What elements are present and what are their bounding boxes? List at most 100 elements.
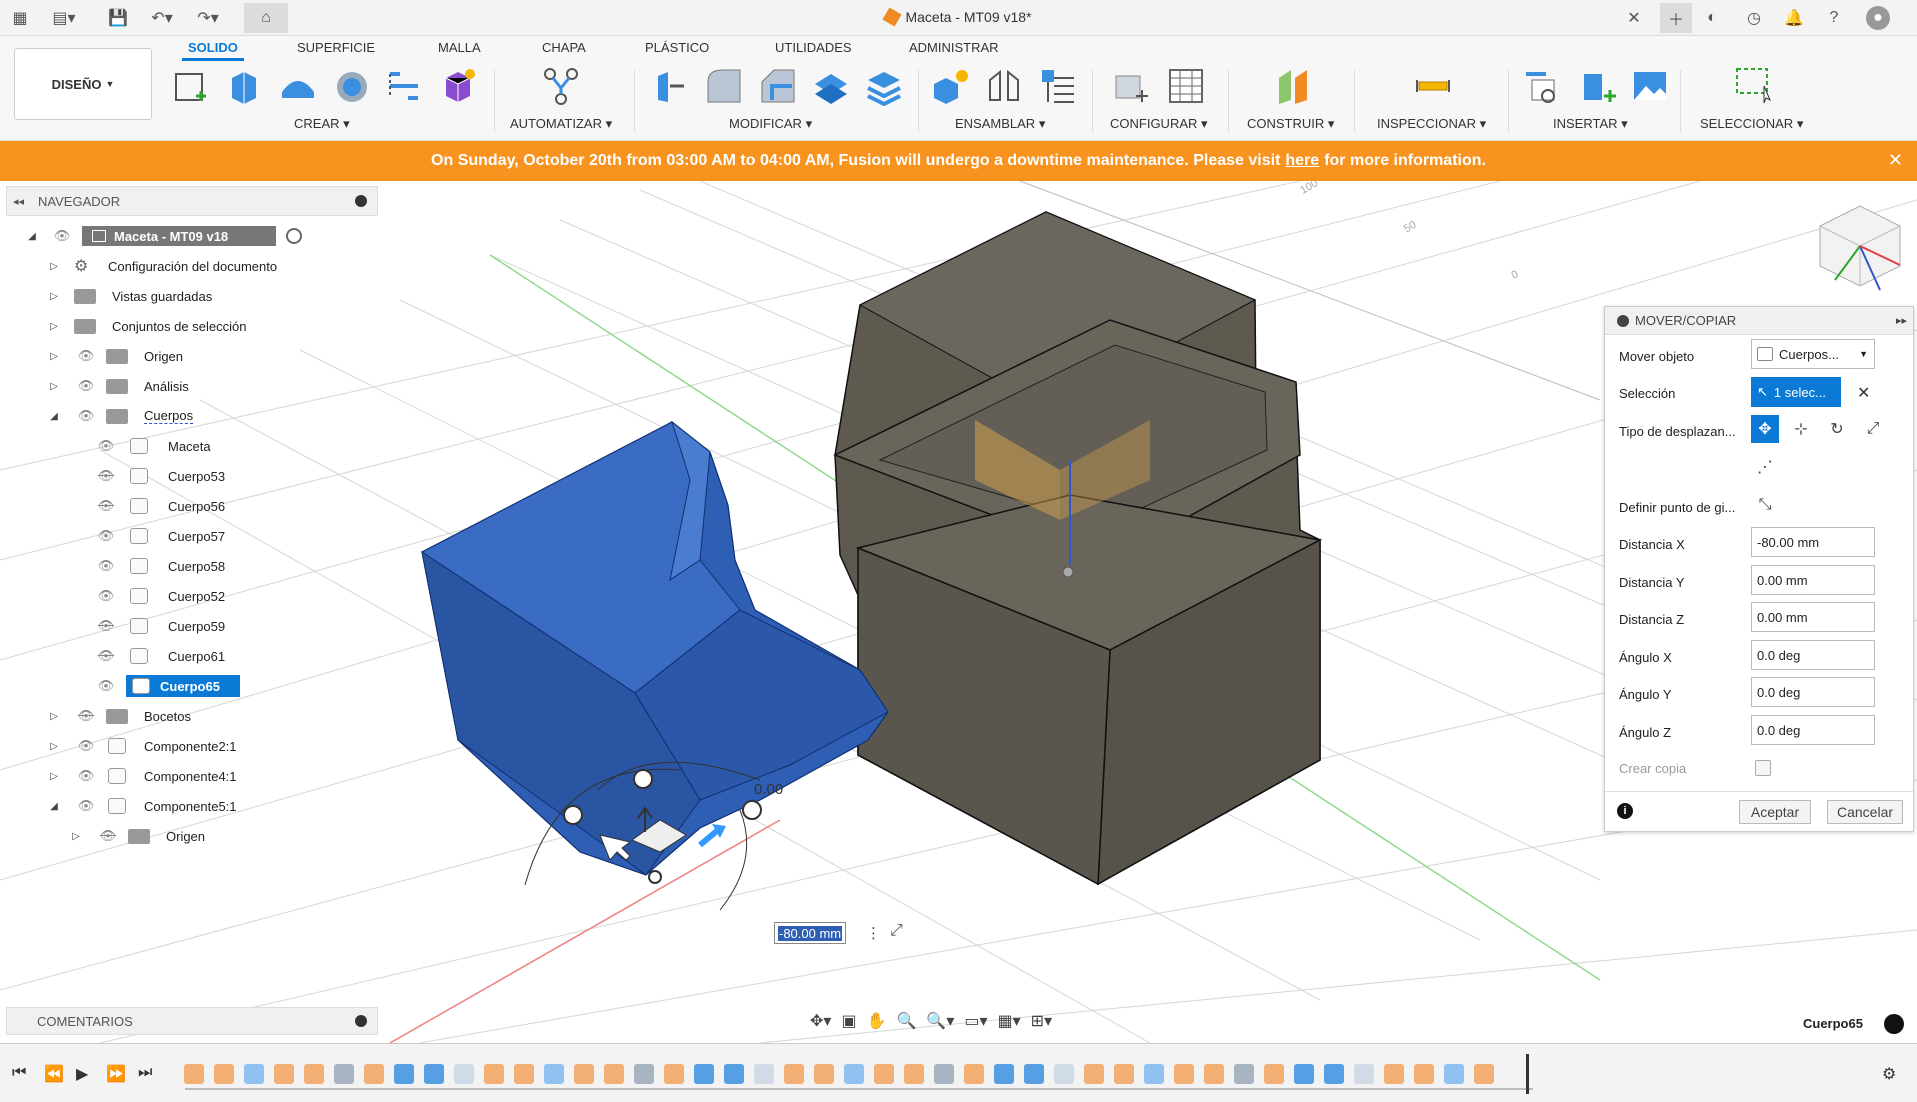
look-at-icon[interactable]: ▣ bbox=[841, 1011, 856, 1031]
banner-link[interactable]: here bbox=[1285, 152, 1319, 170]
workspace-switcher[interactable]: DISEÑO ▼ bbox=[14, 48, 152, 120]
point-to-point-icon[interactable]: ⤢ bbox=[1859, 415, 1887, 443]
timeline-feature-icon[interactable] bbox=[784, 1064, 804, 1084]
timeline-feature-icon[interactable] bbox=[1114, 1064, 1134, 1084]
timeline-feature-icon[interactable] bbox=[1204, 1064, 1224, 1084]
group-insertar[interactable]: INSERTAR ▾ bbox=[1553, 116, 1628, 132]
display-settings-icon[interactable]: ▭▾ bbox=[964, 1011, 987, 1031]
timeline-feature-icon[interactable] bbox=[244, 1064, 264, 1084]
tab-solido[interactable]: SOLIDO bbox=[182, 40, 244, 61]
expand-icon[interactable]: ▷ bbox=[48, 741, 60, 752]
notifications-bell-icon[interactable]: 🔔 bbox=[1782, 6, 1806, 30]
timeline-settings-gear-icon[interactable]: ⚙ bbox=[1882, 1064, 1896, 1084]
group-construir[interactable]: CONSTRUIR ▾ bbox=[1247, 116, 1334, 132]
expand-icon[interactable]: ▷ bbox=[48, 381, 60, 392]
form-icon[interactable] bbox=[438, 66, 478, 106]
play-icon[interactable]: ▶ bbox=[76, 1064, 88, 1084]
collapse-icon[interactable] bbox=[1617, 314, 1629, 327]
timeline-feature-icon[interactable] bbox=[274, 1064, 294, 1084]
timeline-feature-icon[interactable] bbox=[994, 1064, 1014, 1084]
visibility-eye-icon[interactable]: 👁 bbox=[96, 588, 116, 603]
timeline-feature-icon[interactable] bbox=[1444, 1064, 1464, 1084]
hidden-eye-icon[interactable]: 👁 bbox=[96, 498, 116, 513]
ok-button[interactable]: Aceptar bbox=[1739, 800, 1811, 824]
timeline-feature-icon[interactable] bbox=[814, 1064, 834, 1084]
zoom-icon[interactable]: 🔍 bbox=[896, 1011, 916, 1031]
timeline-feature-icon[interactable] bbox=[904, 1064, 924, 1084]
pin-icon[interactable] bbox=[355, 195, 367, 207]
group-seleccionar[interactable]: SELECCIONAR ▾ bbox=[1700, 116, 1803, 132]
expand-icon[interactable]: ▷ bbox=[48, 711, 60, 722]
viewports-icon[interactable]: ⊞▾ bbox=[1031, 1011, 1052, 1031]
angle-x-input[interactable]: 0.0 deg bbox=[1751, 640, 1875, 670]
user-avatar-icon[interactable]: ● bbox=[1866, 6, 1890, 30]
navigator-header[interactable]: ◂◂ NAVEGADOR bbox=[6, 186, 378, 216]
info-icon[interactable]: i bbox=[1617, 803, 1633, 819]
go-to-start-icon[interactable]: ⏮ bbox=[12, 1064, 26, 1082]
selection-filter-icon[interactable] bbox=[1884, 1014, 1904, 1034]
hidden-eye-icon[interactable]: 👁 bbox=[96, 648, 116, 663]
tab-utilidades[interactable]: UTILIDADES bbox=[769, 40, 858, 55]
fit-icon[interactable]: 🔍▾ bbox=[926, 1011, 954, 1031]
visibility-eye-icon[interactable]: 👁 bbox=[76, 768, 96, 783]
visibility-eye-icon[interactable]: 👁 bbox=[76, 348, 96, 363]
job-status-clock-icon[interactable]: ◷ bbox=[1742, 6, 1766, 30]
expand-icon[interactable]: ▷ bbox=[70, 831, 82, 842]
close-tab-icon[interactable]: ✕ bbox=[1622, 6, 1646, 30]
hidden-eye-icon[interactable]: 👁 bbox=[96, 618, 116, 633]
timeline-feature-icon[interactable] bbox=[1354, 1064, 1374, 1084]
fillet-icon[interactable] bbox=[704, 66, 744, 106]
timeline-feature-icon[interactable] bbox=[1054, 1064, 1074, 1084]
visibility-eye-icon[interactable]: 👁 bbox=[52, 228, 72, 243]
distance-input[interactable]: -80.00 mm bbox=[774, 922, 846, 944]
distance-x-input[interactable]: -80.00 mm bbox=[1751, 527, 1875, 557]
timeline-feature-icon[interactable] bbox=[1234, 1064, 1254, 1084]
timeline-feature-icon[interactable] bbox=[514, 1064, 534, 1084]
free-move-icon[interactable]: ✥ bbox=[1751, 415, 1779, 443]
timeline-feature-icon[interactable] bbox=[1414, 1064, 1434, 1084]
timeline-feature-icon[interactable] bbox=[604, 1064, 624, 1084]
new-component-icon[interactable] bbox=[930, 66, 970, 106]
sweep-icon[interactable] bbox=[332, 66, 372, 106]
create-copy-checkbox[interactable] bbox=[1755, 760, 1771, 776]
move-object-select[interactable]: Cuerpos... ▼ bbox=[1751, 339, 1875, 369]
visibility-eye-icon[interactable]: 👁 bbox=[96, 678, 116, 693]
timeline-feature-icon[interactable] bbox=[184, 1064, 204, 1084]
insert-canvas-icon[interactable] bbox=[1630, 66, 1670, 106]
go-to-end-icon[interactable]: ⏭ bbox=[138, 1064, 152, 1082]
pan-hand-icon[interactable]: ✋ bbox=[867, 1011, 887, 1031]
close-icon[interactable]: ✕ bbox=[1888, 150, 1903, 171]
visibility-eye-icon[interactable]: 👁 bbox=[76, 378, 96, 393]
group-crear[interactable]: CREAR ▾ bbox=[294, 116, 350, 132]
visibility-eye-icon[interactable]: 👁 bbox=[76, 798, 96, 813]
select-box-icon[interactable] bbox=[1734, 66, 1774, 106]
help-icon[interactable]: ? bbox=[1822, 6, 1846, 30]
group-automatizar[interactable]: AUTOMATIZAR ▾ bbox=[510, 116, 612, 132]
comments-panel[interactable]: COMENTARIOS bbox=[6, 1007, 378, 1035]
maceta-body[interactable] bbox=[833, 211, 1323, 886]
timeline-feature-icon[interactable] bbox=[934, 1064, 954, 1084]
expand-icon[interactable]: ◢ bbox=[48, 411, 60, 422]
expand-icon[interactable]: ▷ bbox=[48, 291, 60, 302]
active-radio-icon[interactable] bbox=[286, 228, 302, 244]
orbit-icon[interactable]: ✥▾ bbox=[810, 1011, 831, 1031]
timeline-feature-icon[interactable] bbox=[1474, 1064, 1494, 1084]
group-ensamblar[interactable]: ENSAMBLAR ▾ bbox=[955, 116, 1045, 132]
selection-button[interactable]: ↖ 1 selec... bbox=[1751, 377, 1841, 407]
tab-plastico[interactable]: PLÁSTICO bbox=[639, 40, 715, 55]
timeline-feature-icon[interactable] bbox=[874, 1064, 894, 1084]
tab-superficie[interactable]: SUPERFICIE bbox=[291, 40, 381, 55]
visibility-eye-icon[interactable]: 👁 bbox=[96, 528, 116, 543]
timeline-feature-icon[interactable] bbox=[724, 1064, 744, 1084]
expand-icon[interactable]: ▷ bbox=[48, 261, 60, 272]
angle-y-input[interactable]: 0.0 deg bbox=[1751, 677, 1875, 707]
tab-chapa[interactable]: CHAPA bbox=[536, 40, 592, 55]
offset-plane-icon[interactable] bbox=[1273, 66, 1313, 106]
loft-icon[interactable] bbox=[384, 66, 424, 106]
set-pivot-icon[interactable]: ⤡ bbox=[1751, 491, 1779, 519]
timeline-feature-icon[interactable] bbox=[754, 1064, 774, 1084]
timeline-feature-icon[interactable] bbox=[424, 1064, 444, 1084]
point-to-position-icon[interactable]: ⋰ bbox=[1751, 453, 1779, 481]
timeline-feature-icon[interactable] bbox=[214, 1064, 234, 1084]
angle-z-input[interactable]: 0.0 deg bbox=[1751, 715, 1875, 745]
